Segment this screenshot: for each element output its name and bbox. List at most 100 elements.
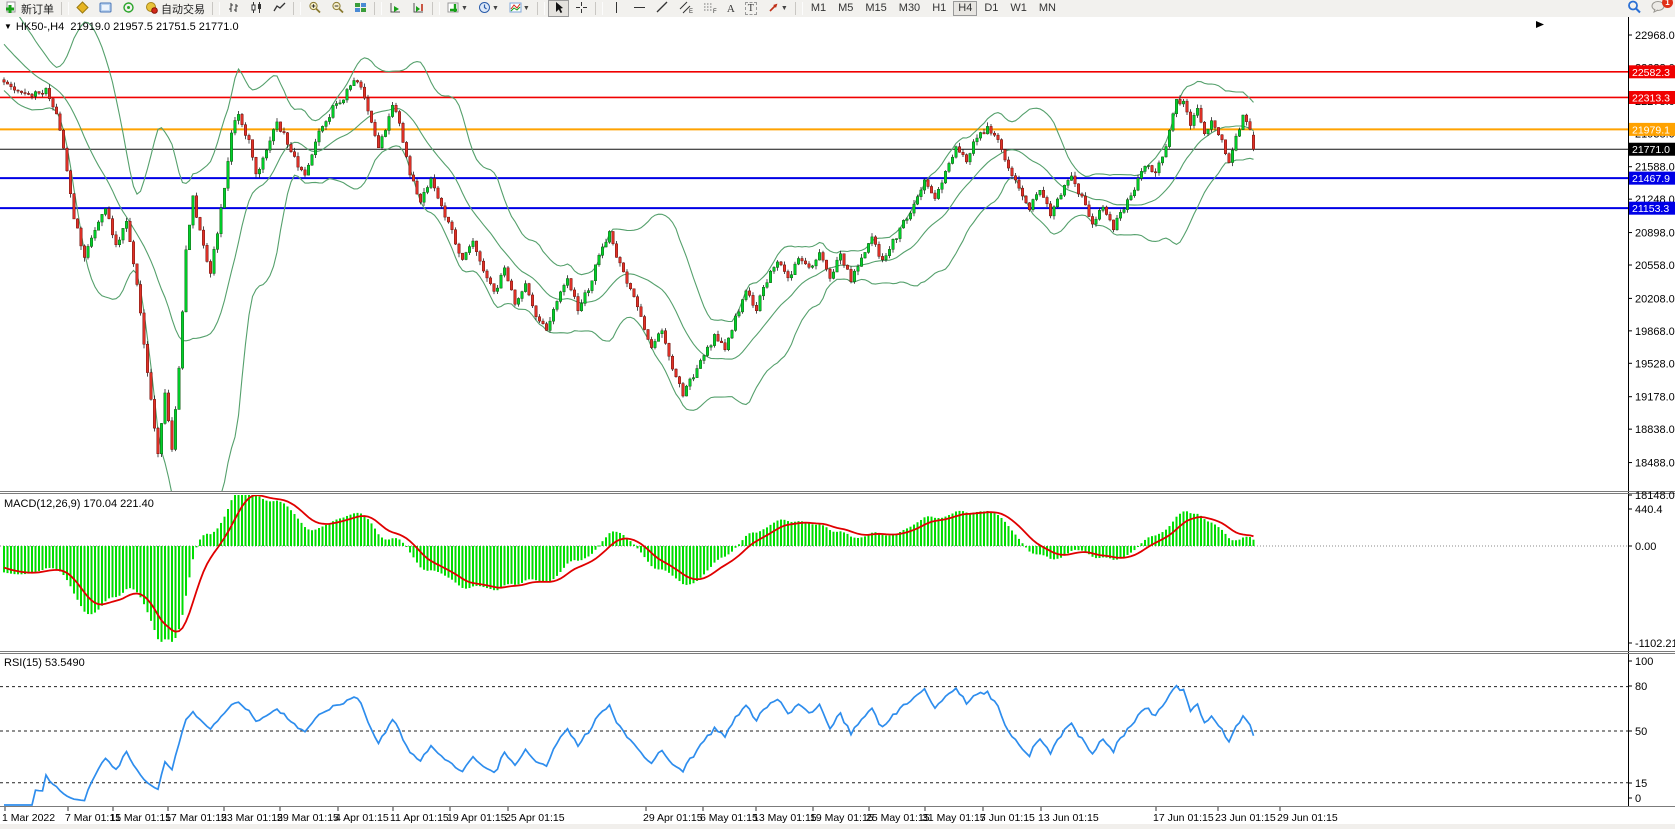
chart-shift-button[interactable] bbox=[408, 0, 429, 17]
svg-text:0: 0 bbox=[1635, 793, 1641, 805]
svg-text:19 May 01:15: 19 May 01:15 bbox=[810, 812, 874, 824]
timeframe-H1[interactable]: H1 bbox=[927, 1, 951, 16]
svg-text:19528.0: 19528.0 bbox=[1635, 358, 1675, 370]
vertical-line-icon bbox=[610, 1, 623, 17]
notifications-button[interactable]: 1 bbox=[1647, 0, 1670, 17]
svg-text:31 May 01:15: 31 May 01:15 bbox=[922, 812, 986, 824]
svg-text:-1102.21: -1102.21 bbox=[1635, 638, 1675, 650]
svg-text:13 Jun 01:15: 13 Jun 01:15 bbox=[1038, 812, 1099, 824]
line-chart-button[interactable] bbox=[269, 0, 290, 17]
periods-button[interactable]: ▼ bbox=[474, 0, 503, 17]
zoom-in-button[interactable] bbox=[304, 0, 325, 17]
toolbar: 新订单 自动交易 bbox=[0, 0, 1675, 18]
cursor-tool-button[interactable] bbox=[548, 0, 569, 17]
rsi-indicator-label: RSI(15) 53.5490 bbox=[4, 657, 85, 669]
indicators-icon bbox=[447, 1, 460, 17]
svg-text:13 May 01:15: 13 May 01:15 bbox=[753, 812, 817, 824]
svg-text:6 May 01:15: 6 May 01:15 bbox=[700, 812, 758, 824]
crosshair-tool-button[interactable] bbox=[571, 0, 592, 17]
toolbar-separator bbox=[212, 2, 220, 15]
timeframe-W1[interactable]: W1 bbox=[1005, 1, 1032, 16]
new-order-button[interactable]: 新订单 bbox=[1, 0, 58, 17]
timeframe-M5[interactable]: M5 bbox=[833, 1, 858, 16]
chevron-down-icon: ▼ bbox=[492, 5, 499, 12]
timeframe-M1[interactable]: M1 bbox=[806, 1, 831, 16]
toolbar-separator bbox=[795, 2, 803, 15]
search-icon bbox=[1627, 0, 1641, 17]
svg-text:50: 50 bbox=[1635, 726, 1647, 738]
svg-text:22313.3: 22313.3 bbox=[1632, 92, 1670, 104]
timeframe-M30[interactable]: M30 bbox=[894, 1, 925, 16]
svg-text:15: 15 bbox=[1635, 778, 1647, 790]
svg-text:21153.3: 21153.3 bbox=[1632, 203, 1669, 215]
candlestick-icon bbox=[250, 1, 263, 17]
chart-area[interactable]: 22968.022628.022278.021938.021588.021248… bbox=[0, 17, 1675, 829]
horizontal-line-tool-button[interactable] bbox=[629, 0, 650, 17]
svg-text:18148.0: 18148.0 bbox=[1635, 490, 1675, 502]
signal-icon bbox=[122, 1, 135, 17]
arrows-tool-button[interactable]: ▼ bbox=[763, 0, 792, 17]
ohlc-bars-icon bbox=[227, 1, 240, 17]
toolbar-separator bbox=[432, 2, 440, 15]
text-tool-button[interactable]: A bbox=[723, 0, 739, 17]
svg-text:1 Mar 2022: 1 Mar 2022 bbox=[2, 812, 55, 824]
auto-scroll-icon bbox=[389, 1, 402, 17]
toolbar-separator bbox=[595, 2, 603, 15]
auto-scroll-button[interactable] bbox=[385, 0, 406, 17]
svg-text:23 Jun 01:15: 23 Jun 01:15 bbox=[1215, 812, 1276, 824]
equidistant-channel-tool-button[interactable]: E bbox=[675, 0, 697, 17]
tile-windows-icon bbox=[354, 1, 367, 17]
svg-text:22968.0: 22968.0 bbox=[1635, 30, 1675, 42]
svg-text:E: E bbox=[689, 9, 693, 14]
svg-text:29 Apr 01:15: 29 Apr 01:15 bbox=[643, 812, 703, 824]
horizontal-line-icon bbox=[633, 1, 646, 17]
crosshair-icon bbox=[575, 1, 588, 17]
history-center-button[interactable] bbox=[72, 0, 93, 17]
signals-button[interactable] bbox=[118, 0, 139, 17]
terminal-window: 新订单 自动交易 bbox=[0, 0, 1675, 829]
zoom-out-icon bbox=[331, 1, 344, 17]
trendline-tool-button[interactable] bbox=[652, 0, 673, 17]
market-watch-button[interactable] bbox=[95, 0, 116, 17]
template-icon bbox=[509, 1, 522, 17]
timeframe-MN[interactable]: MN bbox=[1034, 1, 1061, 16]
svg-text:20558.0: 20558.0 bbox=[1635, 260, 1675, 272]
timeframe-M15[interactable]: M15 bbox=[860, 1, 891, 16]
vertical-line-tool-button[interactable] bbox=[606, 0, 627, 17]
svg-text:21467.9: 21467.9 bbox=[1632, 173, 1670, 185]
timeframe-D1[interactable]: D1 bbox=[979, 1, 1003, 16]
fibonacci-tool-button[interactable]: F bbox=[699, 0, 721, 17]
svg-text:18488.0: 18488.0 bbox=[1635, 458, 1675, 470]
svg-text:25 Apr 01:15: 25 Apr 01:15 bbox=[505, 812, 565, 824]
svg-text:29 Jun 01:15: 29 Jun 01:15 bbox=[1277, 812, 1338, 824]
svg-text:21771.0: 21771.0 bbox=[1632, 144, 1670, 156]
svg-text:19178.0: 19178.0 bbox=[1635, 392, 1675, 404]
chart-collapse-icon[interactable]: ▼ bbox=[4, 22, 12, 31]
templates-button[interactable]: ▼ bbox=[505, 0, 534, 17]
timeframe-H4[interactable]: H4 bbox=[953, 1, 977, 16]
auto-trading-label: 自动交易 bbox=[161, 1, 205, 17]
chart-header: ▼ HK50-,H4 21919.0 21957.5 21751.5 21771.… bbox=[4, 21, 239, 33]
search-button[interactable] bbox=[1623, 0, 1645, 17]
candlestick-chart-button[interactable] bbox=[246, 0, 267, 17]
toolbar-separator bbox=[537, 2, 545, 15]
chart-ohlc-values: 21919.0 21957.5 21751.5 21771.0 bbox=[70, 21, 238, 33]
svg-text:17 Mar 01:15: 17 Mar 01:15 bbox=[165, 812, 227, 824]
chart-canvas[interactable]: 22968.022628.022278.021938.021588.021248… bbox=[0, 17, 1675, 829]
auto-trading-button[interactable]: 自动交易 bbox=[141, 0, 209, 17]
tile-windows-button[interactable] bbox=[350, 0, 371, 17]
svg-text:440.4: 440.4 bbox=[1635, 504, 1663, 516]
bar-chart-button[interactable] bbox=[223, 0, 244, 17]
new-order-icon bbox=[5, 1, 18, 17]
svg-text:19 Apr 01:15: 19 Apr 01:15 bbox=[447, 812, 507, 824]
zoom-out-button[interactable] bbox=[327, 0, 348, 17]
chart-symbol-period: HK50-,H4 bbox=[16, 21, 64, 33]
arrows-icon bbox=[767, 1, 780, 17]
svg-text:F: F bbox=[713, 9, 717, 14]
svg-text:11 Apr 01:15: 11 Apr 01:15 bbox=[390, 812, 449, 824]
svg-text:11 Mar 01:15: 11 Mar 01:15 bbox=[110, 812, 171, 824]
svg-text:80: 80 bbox=[1635, 681, 1647, 693]
text-label-tool-button[interactable]: T bbox=[741, 0, 761, 17]
indicators-button[interactable]: ▼ bbox=[443, 0, 472, 17]
zoom-in-icon bbox=[308, 1, 321, 17]
